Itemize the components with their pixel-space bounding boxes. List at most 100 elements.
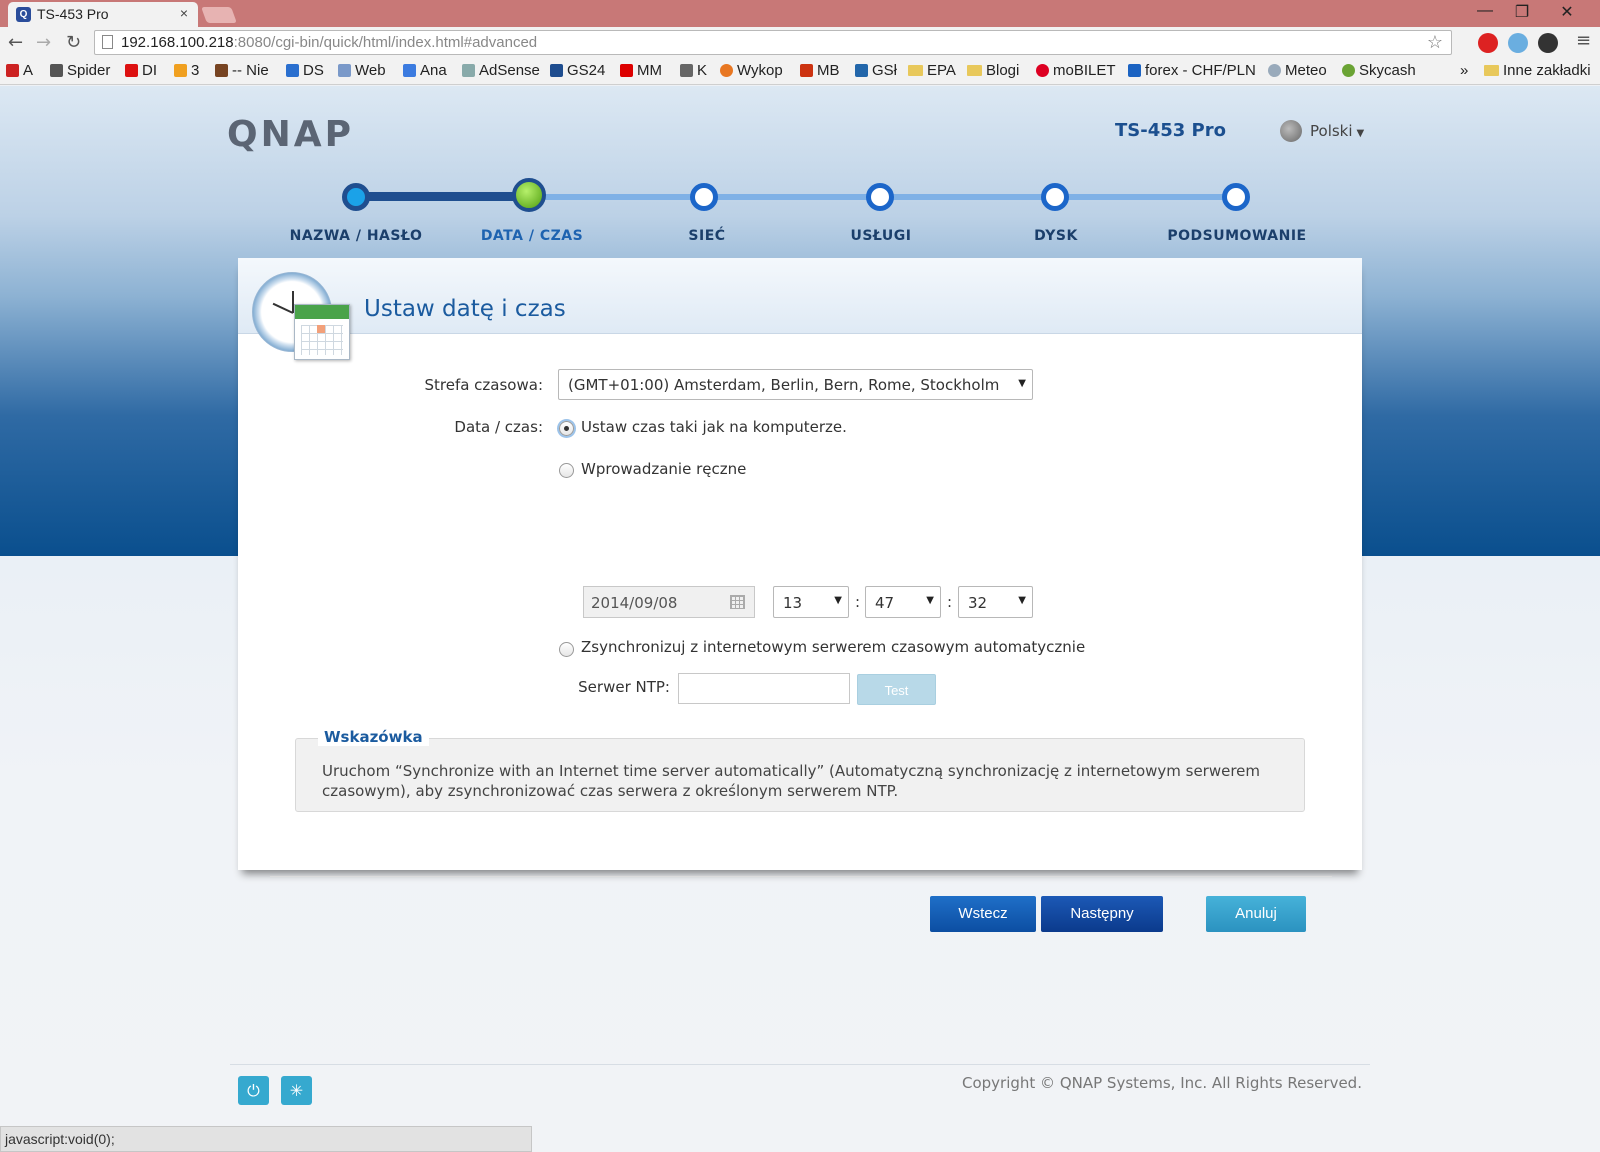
minute-value: 47 xyxy=(875,594,895,612)
bookmark-item[interactable]: 3 xyxy=(174,62,199,79)
bookmark-item[interactable]: Skycash xyxy=(1342,62,1416,79)
reload-icon[interactable]: ↻ xyxy=(66,32,81,53)
hint-title: Wskazówka xyxy=(318,728,429,746)
bookmark-item[interactable]: -- Nie xyxy=(215,62,269,79)
date-input[interactable]: 2014/09/08 xyxy=(583,586,755,618)
bookmark-folder[interactable]: Blogi xyxy=(967,62,1019,79)
second-select[interactable]: 32 ▼ xyxy=(958,586,1033,618)
bookmark-item[interactable]: GS24 xyxy=(550,62,605,79)
page-icon xyxy=(102,35,113,49)
tab-title: TS-453 Pro xyxy=(37,6,109,22)
bookmark-item[interactable]: Ana xyxy=(403,62,447,79)
hour-select[interactable]: 13 ▼ xyxy=(773,586,849,618)
next-button[interactable]: Następny xyxy=(1041,896,1163,932)
ntp-server-input[interactable] xyxy=(678,673,850,704)
calendar-icon xyxy=(294,304,350,360)
bookmark-item[interactable]: AdSense xyxy=(462,62,540,79)
step-label-disk: DYSK xyxy=(1034,228,1078,244)
bookmark-item[interactable]: Spider xyxy=(50,62,110,79)
test-button[interactable]: Test xyxy=(857,674,936,705)
bookmark-item[interactable]: forex - CHF/PLN xyxy=(1128,62,1256,79)
calendar-picker-icon[interactable] xyxy=(730,595,745,609)
dropdown-arrow-icon: ▼ xyxy=(1018,378,1026,389)
bookmark-item[interactable]: GSł xyxy=(855,62,897,79)
minute-select[interactable]: 47 ▼ xyxy=(865,586,941,618)
menu-icon[interactable]: ≡ xyxy=(1576,30,1591,51)
bookmark-star-icon[interactable]: ☆ xyxy=(1427,32,1443,53)
step-dot xyxy=(1222,183,1250,211)
date-value: 2014/09/08 xyxy=(591,594,678,612)
timezone-select[interactable]: (GMT+01:00) Amsterdam, Berlin, Bern, Rom… xyxy=(558,369,1033,400)
bookmarks-bar: A Spider DI 3 -- Nie DS Web Ana AdSense … xyxy=(0,59,1600,85)
qnap-favicon-icon: Q xyxy=(16,7,31,22)
second-value: 32 xyxy=(968,594,988,612)
radio-ntp-sync[interactable] xyxy=(559,642,574,657)
option-computer-time-label[interactable]: Ustaw czas taki jak na komputerze. xyxy=(581,418,847,436)
dropdown-arrow-icon: ▼ xyxy=(834,595,842,606)
step-progress-track xyxy=(356,192,528,201)
hour-value: 13 xyxy=(783,594,803,612)
back-arrow-icon[interactable]: ← xyxy=(8,32,23,53)
step-dot xyxy=(1041,183,1069,211)
step-dot-current xyxy=(512,178,546,212)
date-time-panel: Ustaw datę i czas Strefa czasowa: (GMT+0… xyxy=(238,258,1362,932)
bookmark-item[interactable]: Web xyxy=(338,62,386,79)
step-label-name-password: NAZWA / HASŁO xyxy=(289,228,423,244)
bookmark-item[interactable]: DS xyxy=(286,62,324,79)
browser-toolbar: ← → ↻ 192.168.100.218:8080/cgi-bin/quick… xyxy=(0,27,1600,59)
dropdown-arrow-icon: ▼ xyxy=(926,595,934,606)
step-label-network: SIEĆ xyxy=(688,228,726,244)
ntp-server-label: Serwer NTP: xyxy=(578,678,670,696)
radio-manual[interactable] xyxy=(559,463,574,478)
time-separator: : xyxy=(855,593,861,611)
cancel-button[interactable]: Anuluj xyxy=(1206,896,1306,932)
page: QNAP TS-453 Pro Polski ▼ NAZWA / HASŁO DA… xyxy=(0,86,1600,1152)
bookmark-item[interactable]: DI xyxy=(125,62,157,79)
time-separator: : xyxy=(947,593,953,611)
bookmark-item[interactable]: Meteo xyxy=(1268,62,1327,79)
page-title: Ustaw datę i czas xyxy=(364,296,566,322)
option-ntp-sync-label[interactable]: Zsynchronizuj z internetowym serwerem cz… xyxy=(581,638,1085,656)
tab-close-icon[interactable]: × xyxy=(180,5,188,21)
bookmark-item[interactable]: A xyxy=(6,62,33,79)
maximize-button[interactable]: ❐ xyxy=(1507,2,1537,22)
address-bar[interactable]: 192.168.100.218:8080/cgi-bin/quick/html/… xyxy=(94,30,1452,55)
extension-off-icon[interactable] xyxy=(1538,33,1558,53)
bookmark-folder[interactable]: EPA xyxy=(908,62,956,79)
divider xyxy=(270,876,1332,877)
timezone-label: Strefa czasowa: xyxy=(424,376,543,394)
bookmark-item[interactable]: MB xyxy=(800,62,840,79)
copyright-text: Copyright © QNAP Systems, Inc. All Right… xyxy=(962,1074,1362,1092)
other-bookmarks-folder[interactable]: Inne zakładki xyxy=(1484,62,1591,79)
timezone-value: (GMT+01:00) Amsterdam, Berlin, Bern, Rom… xyxy=(568,376,1000,394)
loading-icon[interactable]: ✳ xyxy=(281,1076,312,1105)
close-window-button[interactable]: ✕ xyxy=(1552,2,1582,22)
bookmark-item[interactable]: K xyxy=(680,62,707,79)
step-dot-done xyxy=(342,183,370,211)
url-text: 192.168.100.218:8080/cgi-bin/quick/html/… xyxy=(121,34,538,51)
step-label-date-time: DATA / CZAS xyxy=(480,228,584,244)
step-dot xyxy=(690,183,718,211)
dropdown-arrow-icon: ▼ xyxy=(1018,595,1026,606)
minimize-button[interactable]: — xyxy=(1470,2,1500,20)
footer-divider xyxy=(230,1064,1370,1065)
option-manual-label[interactable]: Wprowadzanie ręczne xyxy=(581,460,746,478)
hint-text: Uruchom “Synchronize with an Internet ti… xyxy=(322,762,1261,800)
datetime-label: Data / czas: xyxy=(454,418,543,436)
extension-icon[interactable] xyxy=(1508,33,1528,53)
forward-arrow-icon[interactable]: → xyxy=(36,32,51,53)
bookmark-item[interactable]: moBILET xyxy=(1036,62,1116,79)
radio-computer-time[interactable] xyxy=(559,421,574,436)
browser-tab[interactable]: Q TS-453 Pro × xyxy=(8,2,198,27)
step-label-summary: PODSUMOWANIE xyxy=(1167,228,1307,244)
adblock-extension-icon[interactable] xyxy=(1478,33,1498,53)
back-button[interactable]: Wstecz xyxy=(930,896,1036,932)
bookmarks-overflow-icon[interactable]: » xyxy=(1460,62,1468,79)
bookmark-item[interactable]: Wykop xyxy=(720,62,783,79)
bookmark-item[interactable]: MM xyxy=(620,62,662,79)
wizard-steps: NAZWA / HASŁO DATA / CZAS SIEĆ USŁUGI DY… xyxy=(0,86,1600,246)
panel-header: Ustaw datę i czas xyxy=(238,258,1362,334)
browser-titlebar: Q TS-453 Pro × — ❐ ✕ xyxy=(0,0,1600,27)
new-tab-button[interactable] xyxy=(201,7,237,23)
power-icon[interactable]: ⏻ xyxy=(238,1076,269,1105)
